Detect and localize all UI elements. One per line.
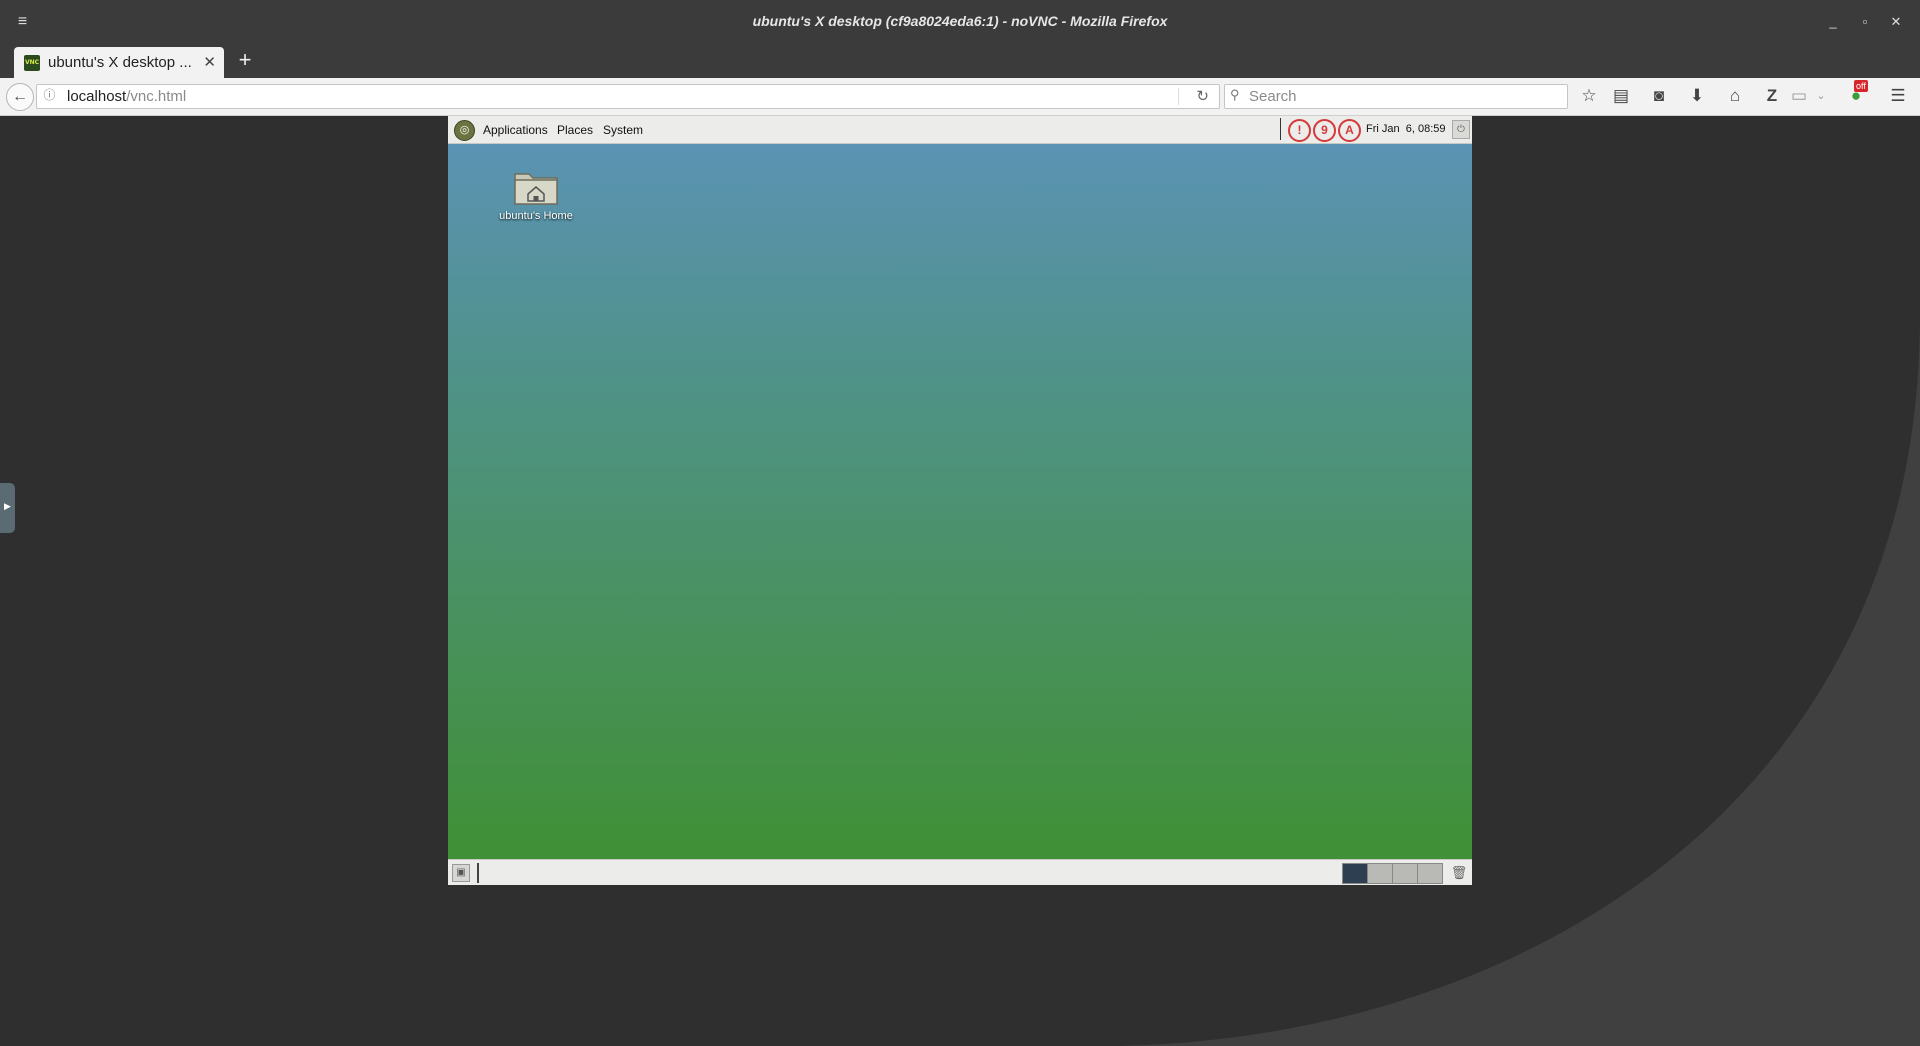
pocket-icon[interactable]: ◙: [1648, 85, 1670, 107]
url-text[interactable]: localhost/vnc.html: [67, 88, 186, 105]
addon-badge: off: [1854, 80, 1868, 92]
expand-arrow-icon: ▶: [4, 501, 11, 511]
tab-close-icon[interactable]: ✕: [203, 53, 216, 71]
home-folder-label: ubuntu's Home: [499, 210, 573, 222]
accessibility-icon[interactable]: A: [1338, 119, 1361, 142]
reload-icon[interactable]: ↻: [1196, 87, 1209, 105]
search-input[interactable]: [1247, 86, 1551, 107]
url-host: localhost: [67, 88, 127, 105]
taskbar-separator: [477, 863, 479, 883]
vnc-desktop[interactable]: ◎ Applications Places System ! 9 A Fri J…: [448, 116, 1472, 885]
bookmark-star-icon[interactable]: ☆: [1578, 85, 1600, 107]
tab-strip: VNC ubuntu's X desktop ... ✕ +: [0, 45, 1920, 78]
chevron-down-icon[interactable]: ⌄: [1810, 85, 1832, 107]
show-desktop-icon[interactable]: ▣: [452, 864, 470, 882]
minimize-icon[interactable]: _: [1823, 12, 1843, 32]
reading-list-icon[interactable]: ▤: [1610, 85, 1632, 107]
trash-icon[interactable]: 🗑: [1450, 863, 1468, 882]
new-tab-icon[interactable]: +: [234, 49, 256, 71]
info-icon[interactable]: ⓘ: [42, 88, 57, 103]
search-icon: ⚲: [1230, 87, 1240, 102]
panel-divider: [1280, 118, 1281, 140]
workspace-2[interactable]: [1367, 863, 1393, 884]
home-folder-shortcut[interactable]: ubuntu's Home: [488, 168, 584, 222]
tab-label: ubuntu's X desktop ...: [48, 54, 192, 71]
search-bar[interactable]: ⚲: [1224, 84, 1568, 109]
logout-icon[interactable]: ⏻: [1452, 120, 1470, 139]
bottom-panel: ▣ 🗑: [448, 859, 1472, 885]
menu-system[interactable]: System: [603, 123, 643, 137]
url-bar[interactable]: ⓘ localhost/vnc.html ↻: [36, 84, 1220, 109]
tab-vnc[interactable]: VNC ubuntu's X desktop ... ✕: [14, 47, 224, 78]
navigation-bar: ← ⓘ localhost/vnc.html ↻ ⚲ ☆ ▤ ◙ ⬇ ⌂ Z ▭…: [0, 78, 1920, 116]
vnc-favicon-icon: VNC: [24, 55, 40, 71]
zotero-icon[interactable]: Z: [1761, 85, 1783, 107]
workspace-1[interactable]: [1342, 863, 1368, 884]
maximize-icon[interactable]: ▫: [1855, 12, 1875, 32]
url-path: /vnc.html: [126, 88, 187, 105]
home-folder-icon: [513, 168, 559, 206]
download-icon[interactable]: ⬇: [1686, 85, 1708, 107]
novnc-sidebar-handle[interactable]: ▶: [0, 483, 15, 533]
url-separator: [1178, 88, 1179, 105]
menu-places[interactable]: Places: [557, 123, 593, 137]
gnome-logo-icon[interactable]: ◎: [454, 120, 475, 141]
back-button[interactable]: ←: [6, 83, 34, 111]
notification-count-icon[interactable]: 9: [1313, 119, 1336, 142]
window-titlebar: ≡ ubuntu's X desktop (cf9a8024eda6:1) - …: [0, 0, 1920, 45]
menu-applications[interactable]: Applications: [483, 123, 548, 137]
close-icon[interactable]: ✕: [1886, 12, 1906, 32]
page-icon[interactable]: ▭: [1788, 85, 1810, 107]
home-icon[interactable]: ⌂: [1724, 85, 1746, 107]
workspace-4[interactable]: [1417, 863, 1443, 884]
window-title: ubuntu's X desktop (cf9a8024eda6:1) - no…: [752, 13, 1168, 29]
update-alert-icon[interactable]: !: [1288, 119, 1311, 142]
top-panel: ◎ Applications Places System ! 9 A Fri J…: [448, 116, 1472, 144]
panel-clock[interactable]: Fri Jan 6, 08:59: [1366, 123, 1446, 135]
browser-menu-icon[interactable]: ☰: [1887, 85, 1909, 107]
workspace-3[interactable]: [1392, 863, 1418, 884]
